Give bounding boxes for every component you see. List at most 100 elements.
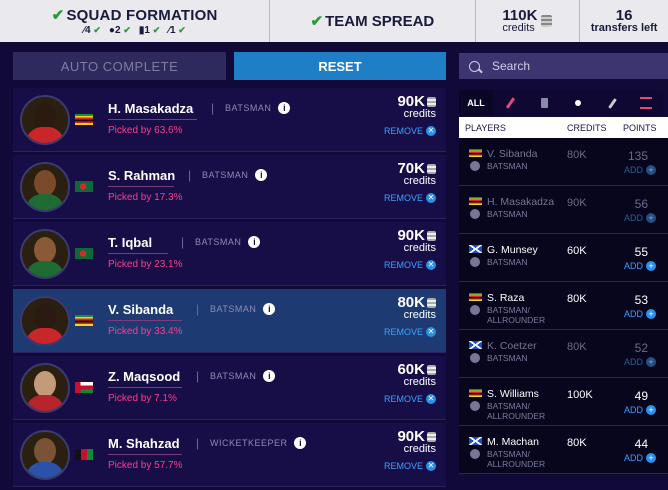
country-flag-icon xyxy=(469,149,482,157)
tab-wicketkeeper[interactable] xyxy=(527,90,561,116)
tab-batsman[interactable] xyxy=(493,90,527,116)
coin-icon xyxy=(541,15,553,27)
remove-button[interactable]: REMOVE ✕ xyxy=(384,126,436,136)
tab-all[interactable]: ALL xyxy=(459,90,493,116)
squad-player-row[interactable]: S. Rahman | BATSMAN i Picked by 17.3% 70… xyxy=(13,155,446,219)
add-button[interactable]: ADD + xyxy=(624,165,656,175)
search-bar[interactable]: Search xyxy=(459,53,668,79)
add-button[interactable]: ADD + xyxy=(624,213,656,223)
squad-player-row[interactable]: M. Shahzad | WICKETKEEPER i Picked by 57… xyxy=(13,423,446,487)
player-table-row[interactable]: S. Raza BATSMAN/ALLROUNDER 80K 53 ADD + xyxy=(459,282,668,330)
player-table-row[interactable]: K. Coetzer BATSMAN 80K 52 ADD + xyxy=(459,330,668,378)
info-icon[interactable]: i xyxy=(255,169,268,181)
player-table-row[interactable]: H. Masakadza BATSMAN 90K 56 ADD + xyxy=(459,186,668,234)
player-table-row[interactable]: M. Machan BATSMAN/ALLROUNDER 80K 44 ADD + xyxy=(459,426,668,474)
remove-button[interactable]: REMOVE ✕ xyxy=(384,260,436,270)
squad-list: H. Masakadza | BATSMAN i Picked by 63.6%… xyxy=(13,88,446,490)
players-table-header: PLAYERS CREDITS POINTS xyxy=(459,117,668,138)
separator: | xyxy=(196,302,200,316)
tab-bowler[interactable] xyxy=(561,90,595,116)
name-underline xyxy=(108,320,182,321)
player-name[interactable]: S. Rahman xyxy=(108,168,175,183)
tab-allrounder[interactable] xyxy=(595,90,629,116)
transfers-value: 16 xyxy=(615,6,633,24)
separator: | xyxy=(196,369,200,383)
info-icon[interactable]: i xyxy=(263,303,276,315)
allrounder-count: ⁄1 ✔ xyxy=(168,25,186,36)
coin-icon xyxy=(427,298,436,309)
info-icon[interactable]: i xyxy=(278,102,291,114)
player-role: WICKETKEEPER xyxy=(210,438,288,448)
add-button[interactable]: ADD + xyxy=(624,453,656,463)
country-flag-icon xyxy=(75,114,93,125)
wicketkeeper-icon xyxy=(540,98,548,108)
squad-player-row[interactable]: Z. Maqsood | BATSMAN i Picked by 7.1% 60… xyxy=(13,356,446,420)
player-table-row[interactable]: V. Sibanda BATSMAN 80K 135 ADD + xyxy=(459,138,668,186)
separator: | xyxy=(196,436,200,450)
player-points: 49 xyxy=(634,389,648,403)
plus-icon: + xyxy=(646,309,656,319)
info-icon[interactable]: i xyxy=(294,437,307,449)
player-name[interactable]: S. Raza xyxy=(487,292,524,304)
info-icon[interactable]: i xyxy=(248,236,261,248)
add-button[interactable]: ADD + xyxy=(624,405,656,415)
country-flag-icon xyxy=(469,245,482,253)
player-credits: 80K xyxy=(567,437,587,449)
picked-by: Picked by 7.1% xyxy=(108,393,177,404)
tab-sort[interactable] xyxy=(629,90,663,116)
add-button[interactable]: ADD + xyxy=(624,357,656,367)
picked-by: Picked by 33.4% xyxy=(108,326,183,337)
header-players[interactable]: PLAYERS xyxy=(465,123,506,133)
top-bar: ✔ SQUAD FORMATION ⁄4 ✔ ●2 ✔ ▮1 ✔ ⁄1 ✔ ✔ TE… xyxy=(0,0,668,42)
transfers-label: transfers left xyxy=(590,21,658,34)
player-name[interactable]: M. Machan xyxy=(487,436,539,448)
player-points: 53 xyxy=(634,293,648,307)
squad-player-row[interactable]: T. Iqbal | BATSMAN i Picked by 23.1% 90K… xyxy=(13,222,446,286)
add-button[interactable]: ADD + xyxy=(624,261,656,271)
player-credits: 80K xyxy=(567,149,587,161)
reset-button[interactable]: RESET xyxy=(234,52,446,80)
player-name[interactable]: V. Sibanda xyxy=(108,302,173,317)
status-icon xyxy=(470,449,480,459)
player-name[interactable]: Z. Maqsood xyxy=(108,369,180,384)
player-avatar xyxy=(20,229,70,279)
check-icon: ✔ xyxy=(93,25,101,35)
separator: | xyxy=(211,101,215,115)
country-flag-icon xyxy=(75,382,93,393)
player-avatar xyxy=(20,296,70,346)
remove-button[interactable]: REMOVE ✕ xyxy=(384,193,436,203)
player-credits: 90K credits xyxy=(397,93,436,120)
player-table-row[interactable]: G. Munsey BATSMAN 60K 55 ADD + xyxy=(459,234,668,282)
player-name[interactable]: T. Iqbal xyxy=(108,235,152,250)
player-points: 44 xyxy=(634,437,648,451)
search-input[interactable]: Search xyxy=(492,59,530,73)
coin-icon xyxy=(427,97,436,108)
bat-count: ⁄4 ✔ xyxy=(83,25,101,36)
check-icon: ✔ xyxy=(123,25,131,35)
country-flag-icon xyxy=(469,341,482,349)
player-name[interactable]: H. Masakadza xyxy=(487,196,554,208)
players-table: V. Sibanda BATSMAN 80K 135 ADD + H. Masak… xyxy=(459,138,668,474)
role-filter-tabs: ALL xyxy=(459,90,668,116)
player-name[interactable]: H. Masakadza xyxy=(108,101,193,116)
player-credits: 80K credits xyxy=(397,294,436,321)
plus-icon: + xyxy=(646,213,656,223)
ball-count: ●2 ✔ xyxy=(108,25,131,36)
plus-icon: + xyxy=(646,405,656,415)
auto-complete-button[interactable]: AUTO COMPLETE xyxy=(13,52,226,80)
header-points[interactable]: POINTS xyxy=(623,123,657,133)
squad-player-row[interactable]: H. Masakadza | BATSMAN i Picked by 63.6%… xyxy=(13,88,446,152)
squad-player-row[interactable]: V. Sibanda | BATSMAN i Picked by 33.4% 8… xyxy=(13,289,446,353)
player-name[interactable]: K. Coetzer xyxy=(487,340,537,352)
info-icon[interactable]: i xyxy=(263,370,276,382)
player-name[interactable]: V. Sibanda xyxy=(487,148,537,160)
player-name[interactable]: S. Williams xyxy=(487,388,539,400)
player-table-row[interactable]: S. Williams BATSMAN/ALLROUNDER 100K 49 A… xyxy=(459,378,668,426)
header-credits[interactable]: CREDITS xyxy=(567,123,607,133)
player-credits: 90K xyxy=(567,197,587,209)
player-name[interactable]: G. Munsey xyxy=(487,244,538,256)
remove-button[interactable]: REMOVE ✕ xyxy=(384,394,436,404)
player-name[interactable]: M. Shahzad xyxy=(108,436,180,451)
remove-button[interactable]: REMOVE ✕ xyxy=(384,327,436,337)
add-button[interactable]: ADD + xyxy=(624,309,656,319)
